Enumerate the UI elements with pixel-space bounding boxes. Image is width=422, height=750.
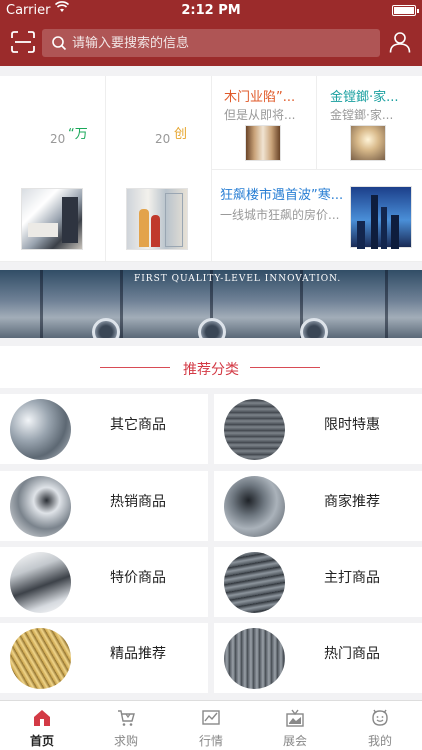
exhibition-icon [286, 709, 304, 727]
showroom-thumbnail [126, 188, 188, 250]
home-icon [34, 710, 50, 726]
bottom-tab-bar: 首页 求购 行情 展会 我的 [0, 700, 422, 750]
category-label: 其它商品 [110, 417, 166, 433]
tab-purchase[interactable]: 求购 [84, 701, 168, 750]
steel-bars-icon [224, 552, 285, 613]
chart-icon [202, 710, 220, 725]
bedroom-thumbnail [21, 188, 83, 250]
tab-label: 求购 [113, 734, 138, 748]
category-item[interactable]: 其它商品 [0, 394, 208, 464]
tab-market[interactable]: 行情 [169, 701, 253, 750]
news-subtitle: 但是从即将... [224, 108, 296, 122]
rebar-coil-icon [224, 399, 285, 460]
category-item[interactable]: 热销商品 [0, 471, 208, 541]
news-year: 20 [155, 132, 171, 146]
news-subtitle: 金镗鎯·家... [330, 108, 394, 122]
pipe-stack-icon [10, 476, 71, 537]
category-label: 热销商品 [110, 494, 166, 510]
category-item[interactable]: 限时特惠 [214, 394, 422, 464]
status-bar: Carrier 2:12 PM [0, 0, 422, 20]
profile-icon [372, 709, 388, 726]
category-label: 特价商品 [110, 570, 166, 586]
banner-caption: FIRST QUALITY-LEVEL INNOVATION. [134, 274, 342, 284]
category-label: 精品推荐 [110, 646, 166, 662]
category-item[interactable]: 特价商品 [0, 547, 208, 617]
interior-thumbnail [350, 125, 386, 161]
user-icon[interactable] [389, 31, 411, 53]
news-card-2[interactable]: 金镗鎯·家... 金镗鎯·家... [317, 76, 422, 170]
status-time: 2:12 PM [181, 3, 241, 18]
news-card-1[interactable]: 木门业陷”... 但是从即将... [212, 76, 317, 170]
category-item[interactable]: 主打商品 [214, 547, 422, 617]
cart-icon [118, 710, 135, 726]
category-label: 商家推荐 [324, 494, 380, 510]
tab-label: 行情 [198, 734, 223, 748]
news-headline-fragment: 创 [174, 127, 188, 142]
news-card-3[interactable]: 狂飙楼市遇首波”寒... 一线城市狂飙的房价... [212, 170, 422, 262]
news-headline-fragment: “万 [68, 127, 88, 142]
skyline-thumbnail [350, 186, 412, 249]
pipe-bundle-icon [10, 399, 71, 460]
tab-label: 我的 [367, 734, 392, 748]
tab-mine[interactable]: 我的 [338, 701, 422, 750]
tab-label: 展会 [282, 734, 307, 748]
pipe-pile-icon [224, 476, 285, 537]
door-thumbnail [245, 125, 281, 161]
rebar-bundle-icon [224, 628, 285, 689]
search-input[interactable] [72, 33, 367, 53]
section-title: 推荐分类 [183, 362, 239, 378]
scan-icon[interactable] [11, 31, 35, 53]
tab-exhibition[interactable]: 展会 [253, 701, 337, 750]
news-year: 20 [50, 132, 66, 146]
battery-icon [392, 5, 419, 16]
steel-tubes-icon [10, 552, 71, 613]
app-header: Carrier 2:12 PM [0, 0, 422, 66]
search-bar[interactable] [42, 29, 380, 57]
category-label: 主打商品 [324, 570, 380, 586]
recommend-section-header: 推荐分类 [0, 346, 422, 388]
news-card-left-2[interactable]: 20 创 [106, 76, 212, 262]
category-item[interactable]: 商家推荐 [214, 471, 422, 541]
category-item[interactable]: 热门商品 [214, 623, 422, 693]
category-label: 热门商品 [324, 646, 380, 662]
news-subtitle: 一线城市狂飙的房价... [220, 208, 340, 222]
promo-banner[interactable]: FIRST QUALITY-LEVEL INNOVATION. [0, 270, 422, 338]
category-item[interactable]: 精品推荐 [0, 623, 208, 693]
search-icon [52, 36, 67, 51]
tab-home[interactable]: 首页 [0, 701, 84, 750]
news-grid: 20 “万 20 创 木门业陷”... 但是从即将... 金镗鎯·家... 金镗… [0, 76, 422, 262]
news-title: 金镗鎯·家... [330, 90, 399, 105]
news-title: 狂飙楼市遇首波”寒... [220, 188, 344, 203]
threaded-rods-icon [10, 628, 71, 689]
news-title: 木门业陷”... [224, 90, 296, 105]
category-label: 限时特惠 [324, 417, 380, 433]
news-card-left-1[interactable]: 20 “万 [0, 76, 106, 262]
tab-label: 首页 [29, 734, 54, 748]
